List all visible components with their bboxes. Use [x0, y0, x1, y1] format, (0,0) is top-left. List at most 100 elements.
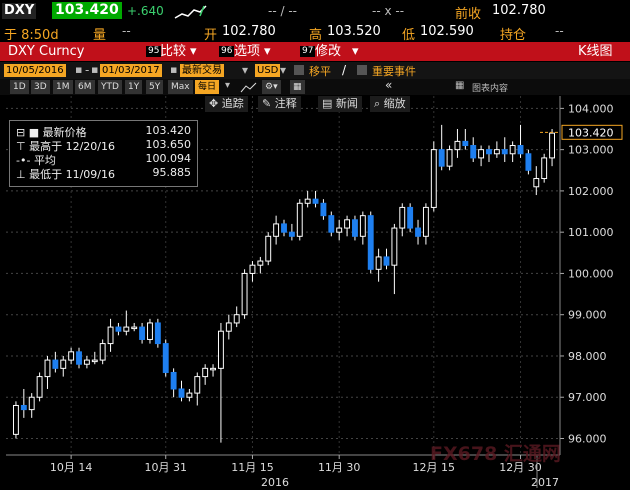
news-button[interactable]: ▤ 新闻 — [318, 96, 362, 112]
low-value: 102.590 — [420, 24, 474, 39]
year-label: 2016 — [261, 476, 289, 489]
candle-down — [154, 322, 161, 345]
tf-1y[interactable]: 1Y — [125, 80, 143, 94]
chart-content-label[interactable]: 图表内容 — [472, 81, 508, 94]
candle-up — [296, 202, 303, 237]
candle-up — [99, 343, 106, 361]
open-value: 102.780 — [222, 24, 276, 39]
candle-down — [470, 145, 477, 159]
chart-content-icon: ▦ — [455, 80, 465, 91]
candle-up — [422, 206, 429, 237]
chart-legend: ⊟ ■ 最新价格 103.420 ⊤ 最高于 12/20/16 103.650 … — [9, 120, 198, 187]
annotate-button[interactable]: ✎ 注释 — [258, 96, 301, 112]
start-date-field[interactable]: 10/05/2016 — [4, 64, 66, 77]
prev-close-value: 102.780 — [492, 3, 546, 18]
candle-up — [359, 215, 366, 237]
volume-value: -- — [122, 24, 131, 38]
x-tick-label: 11月 30 — [318, 461, 361, 474]
track-label: 追踪 — [221, 97, 244, 110]
interval-select[interactable]: 每日 — [195, 80, 220, 94]
annotate-label: 注释 — [274, 97, 297, 110]
candle-up — [273, 223, 280, 237]
legend-low-value: 95.885 — [152, 166, 192, 179]
quote-header-row: DXY 103.420 +.640 -- / -- -- x -- 前收 102… — [0, 0, 630, 22]
move-avg-checkbox[interactable] — [294, 65, 304, 75]
chart-type-label[interactable]: K线图 — [578, 43, 613, 60]
low-label: 低 — [402, 28, 416, 43]
candle-down — [525, 153, 532, 171]
candle-down — [20, 404, 27, 411]
y-tick-label: 104.000 — [568, 102, 614, 115]
x-tick-label: 10月 31 — [144, 461, 187, 474]
last-price: 103.420 — [52, 2, 122, 19]
candle-up — [391, 227, 398, 266]
tf-6m[interactable]: 6M — [75, 80, 95, 94]
y-tick-label: 101.000 — [568, 226, 614, 239]
news-label: 新闻 — [335, 97, 358, 110]
options-num: 96 — [219, 46, 235, 57]
line-chart-icon[interactable] — [240, 81, 258, 93]
candle-up — [399, 206, 406, 229]
symbol[interactable]: DXY — [2, 3, 37, 19]
end-date-field[interactable]: 01/03/2017 — [100, 64, 162, 77]
y-tick-label: 103.000 — [568, 144, 614, 157]
legend-avg-value: 100.094 — [145, 152, 192, 165]
candle-down — [415, 227, 421, 237]
prev-close-label: 前收 — [455, 7, 482, 22]
last-price-tag-label: 103.420 — [568, 126, 614, 139]
y-tick-label: 96.000 — [568, 432, 607, 445]
candle-down — [383, 256, 390, 266]
candle-down — [162, 343, 169, 373]
tf-ytd[interactable]: YTD — [98, 80, 122, 94]
candle-up — [533, 178, 540, 188]
candle-up — [186, 392, 193, 398]
watermark: FX678 汇通网 — [430, 443, 561, 465]
track-button[interactable]: ✥ 追踪 — [205, 96, 248, 112]
position-label: 持仓 — [500, 28, 527, 43]
candle-down — [52, 359, 59, 369]
pen-icon[interactable]: / — [342, 63, 346, 77]
settings-icon[interactable]: ⚙▾ — [262, 80, 281, 94]
currency-select[interactable]: USD — [255, 64, 281, 77]
candle-up — [217, 330, 224, 369]
candle-up — [336, 227, 343, 233]
candle-up — [147, 322, 153, 340]
candle-up — [241, 272, 248, 316]
zoom-button[interactable]: ⌕ 缩放 — [370, 96, 410, 112]
volume-label: 量 — [93, 28, 107, 43]
tf-5y[interactable]: 5Y — [146, 80, 164, 94]
candle-up — [123, 326, 130, 332]
tf-3d[interactable]: 3D — [31, 80, 50, 94]
candle-up — [493, 149, 500, 155]
candle-up — [107, 326, 114, 345]
ticker-label[interactable]: DXY Curncy — [8, 43, 85, 60]
candle-down — [76, 351, 82, 365]
candle-up — [36, 376, 43, 398]
timeframe-bar: 1D 3D 1M 6M YTD 1Y 5Y Max 每日 ▾ ⚙▾ ▦ « ▦ … — [0, 78, 630, 95]
legend-low-text: 最低于 11/09/16 — [29, 168, 115, 181]
compare-menu[interactable]: 比较 — [160, 43, 186, 60]
candle-down — [501, 149, 508, 155]
table-icon[interactable]: ▦ — [290, 80, 305, 94]
options-menu[interactable]: 选项 — [234, 43, 260, 60]
candle-up — [344, 219, 351, 229]
candle-down — [312, 198, 319, 204]
candle-down — [288, 231, 295, 237]
open-label: 开 — [204, 28, 218, 43]
tf-1d[interactable]: 1D — [10, 80, 29, 94]
candle-up — [12, 404, 19, 435]
events-checkbox[interactable] — [357, 65, 367, 75]
sparkline-icon — [174, 5, 207, 19]
tf-max[interactable]: Max — [168, 80, 193, 94]
candle-up — [249, 264, 256, 274]
candle-down — [407, 206, 414, 229]
trade-mode-select[interactable]: 最新交易 — [180, 64, 224, 77]
candle-up — [194, 376, 201, 394]
tf-1m[interactable]: 1M — [53, 80, 73, 94]
edit-menu[interactable]: 修改 — [315, 43, 341, 60]
year-label: 2017 — [531, 476, 559, 489]
price-change: +.640 — [127, 4, 164, 18]
y-tick-label: 99.000 — [568, 309, 607, 322]
move-avg-label: 移平 — [309, 65, 331, 78]
collapse-icon[interactable]: « — [385, 78, 392, 92]
